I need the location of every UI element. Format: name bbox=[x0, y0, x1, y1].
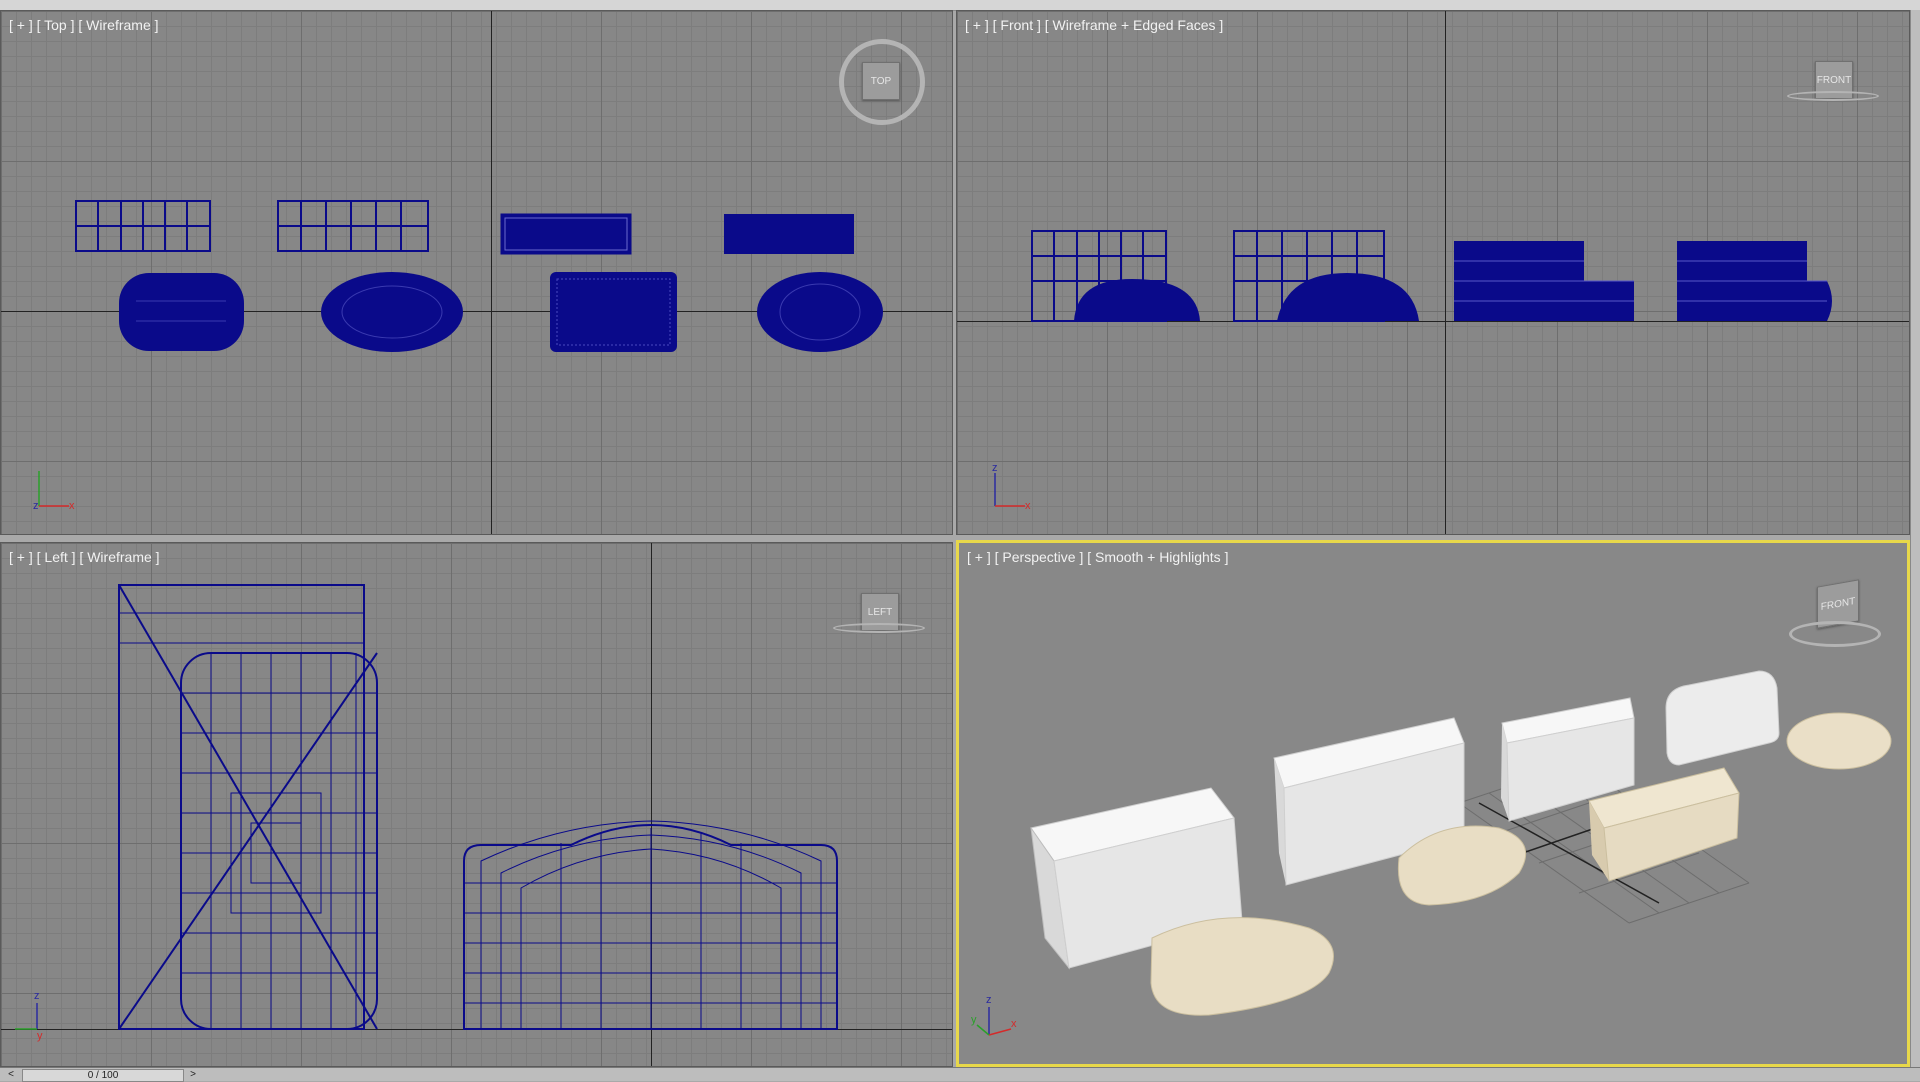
time-prev-button[interactable]: < bbox=[2, 1068, 20, 1081]
svg-text:x: x bbox=[1011, 1018, 1017, 1030]
svg-text:z: z bbox=[992, 462, 998, 474]
axis-tripod-icon: x z bbox=[992, 462, 1031, 512]
viewport-perspective[interactable]: [ + ] [ Perspective ] [ Smooth + Highlig… bbox=[956, 540, 1910, 1067]
viewcube-front[interactable]: FRONT bbox=[1787, 61, 1879, 101]
svg-text:x: x bbox=[1025, 500, 1031, 512]
viewport-front[interactable]: [ + ] [ Front ] [ Wireframe + Edged Face… bbox=[956, 10, 1910, 535]
command-panel-edge[interactable] bbox=[1910, 10, 1920, 1067]
viewcube-compass[interactable]: TOP bbox=[839, 39, 925, 125]
viewcube-ring[interactable] bbox=[1789, 621, 1881, 647]
viewcube-ring[interactable] bbox=[833, 623, 925, 633]
viewcube-top-face[interactable]: TOP bbox=[862, 62, 900, 100]
viewport-left[interactable]: [ + ] [ Left ] [ Wireframe ] LEFT z y bbox=[0, 542, 953, 1067]
axis-tripod-icon: z y bbox=[15, 990, 43, 1042]
viewcube-left[interactable]: LEFT bbox=[833, 593, 925, 633]
viewcube-ring[interactable] bbox=[1787, 91, 1879, 101]
time-next-button[interactable]: > bbox=[184, 1068, 202, 1081]
viewport-top[interactable]: [ + ] [ Top ] [ Wireframe ] TOP x z bbox=[0, 10, 953, 535]
time-slider-bar: < 0 / 100 > bbox=[0, 1067, 1920, 1082]
svg-text:y: y bbox=[971, 1014, 977, 1026]
time-slider[interactable]: 0 / 100 bbox=[22, 1069, 184, 1082]
front-wireframe-objects bbox=[1031, 230, 1832, 322]
perspective-scene bbox=[1030, 670, 1892, 1016]
viewcube-perspective[interactable]: FRONT bbox=[1789, 579, 1881, 651]
svg-text:x: x bbox=[69, 500, 75, 512]
svg-text:z: z bbox=[34, 990, 40, 1002]
svg-text:z: z bbox=[33, 500, 39, 512]
left-wireframe-objects bbox=[118, 584, 838, 1030]
svg-text:y: y bbox=[37, 1030, 43, 1042]
axis-tripod-icon: z x y bbox=[971, 994, 1017, 1036]
top-wireframe-objects bbox=[75, 200, 883, 352]
svg-text:z: z bbox=[986, 994, 992, 1006]
axis-tripod-icon: x z bbox=[33, 471, 75, 512]
